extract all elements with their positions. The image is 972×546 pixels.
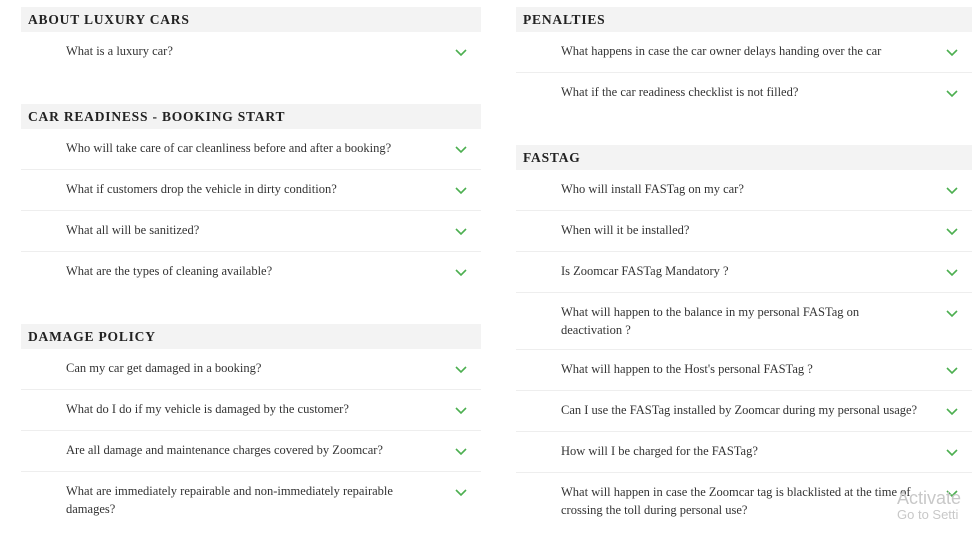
faq-list: Can my car get damaged in a booking? What… [21, 349, 481, 528]
faq-question[interactable]: What if the car readiness checklist is n… [516, 73, 972, 113]
faq-question-text: What are the types of cleaning available… [66, 264, 273, 278]
chevron-down-icon[interactable] [455, 46, 467, 58]
section-title: PENALTIES [516, 7, 972, 32]
chevron-down-icon[interactable] [946, 446, 958, 458]
faq-question[interactable]: Who will install FASTag on my car? [516, 170, 972, 211]
faq-list: Who will install FASTag on my car? When w… [516, 170, 972, 529]
chevron-down-icon[interactable] [455, 225, 467, 237]
chevron-down-icon[interactable] [455, 184, 467, 196]
faq-question-text: What will happen to the Host's personal … [561, 362, 813, 376]
faq-question[interactable]: Are all damage and maintenance charges c… [21, 431, 481, 472]
faq-list: What happens in case the car owner delay… [516, 32, 972, 113]
faq-question[interactable]: What will happen to the balance in my pe… [516, 293, 972, 350]
watermark-title: Activate [897, 488, 962, 508]
faq-question-text: Can my car get damaged in a booking? [66, 361, 262, 375]
left-faq-column: ABOUT LUXURY CARS What is a luxury car? CA… [21, 7, 481, 528]
section-title: ABOUT LUXURY CARS [21, 7, 481, 32]
faq-question[interactable]: What if customers drop the vehicle in di… [21, 170, 481, 211]
chevron-down-icon[interactable] [455, 266, 467, 278]
faq-question[interactable]: Can I use the FASTag installed by Zoomca… [516, 391, 972, 432]
faq-question[interactable]: What all will be sanitized? [21, 211, 481, 252]
faq-question-text: Who will install FASTag on my car? [561, 182, 744, 196]
chevron-down-icon[interactable] [946, 46, 958, 58]
faq-question[interactable]: When will it be installed? [516, 211, 972, 252]
faq-question[interactable]: Can my car get damaged in a booking? [21, 349, 481, 390]
faq-section-damage-policy: DAMAGE POLICY Can my car get damaged in a… [21, 324, 481, 528]
faq-section-car-readiness-booking-start: CAR READINESS - BOOKING START Who will ta… [21, 104, 481, 324]
right-faq-column: PENALTIES What happens in case the car ow… [516, 7, 972, 529]
faq-question-text: What all will be sanitized? [66, 223, 200, 237]
section-title: DAMAGE POLICY [21, 324, 481, 349]
faq-question-text: When will it be installed? [561, 223, 690, 237]
chevron-down-icon[interactable] [946, 405, 958, 417]
chevron-down-icon[interactable] [455, 363, 467, 375]
faq-question-text: Is Zoomcar FASTag Mandatory ? [561, 264, 729, 278]
faq-question[interactable]: Who will take care of car cleanliness be… [21, 129, 481, 170]
faq-section-fastag: FASTAG Who will install FASTag on my car?… [516, 145, 972, 529]
faq-question[interactable]: Is Zoomcar FASTag Mandatory ? [516, 252, 972, 293]
chevron-down-icon[interactable] [946, 266, 958, 278]
faq-question-text: How will I be charged for the FASTag? [561, 444, 758, 458]
faq-question-text: What if customers drop the vehicle in di… [66, 182, 337, 196]
chevron-down-icon[interactable] [455, 404, 467, 416]
faq-list: What is a luxury car? [21, 32, 481, 72]
faq-question[interactable]: What are immediately repairable and non-… [21, 472, 481, 528]
faq-question-text: What happens in case the car owner delay… [561, 44, 882, 58]
faq-question-text: What will happen in case the Zoomcar tag… [561, 485, 911, 517]
activate-windows-watermark: Activate Go to Setti [897, 488, 961, 522]
section-title: CAR READINESS - BOOKING START [21, 104, 481, 129]
faq-question-text: What is a luxury car? [66, 44, 173, 58]
faq-question[interactable]: What is a luxury car? [21, 32, 481, 72]
faq-question-text: What are immediately repairable and non-… [66, 484, 393, 516]
chevron-down-icon[interactable] [455, 143, 467, 155]
faq-question[interactable]: What do I do if my vehicle is damaged by… [21, 390, 481, 431]
faq-question[interactable]: What happens in case the car owner delay… [516, 32, 972, 73]
faq-question[interactable]: What will happen to the Host's personal … [516, 350, 972, 391]
chevron-down-icon[interactable] [946, 364, 958, 376]
chevron-down-icon[interactable] [946, 307, 958, 319]
faq-question-text: Can I use the FASTag installed by Zoomca… [561, 403, 918, 417]
faq-list: Who will take care of car cleanliness be… [21, 129, 481, 292]
chevron-down-icon[interactable] [455, 486, 467, 498]
section-title: FASTAG [516, 145, 972, 170]
chevron-down-icon[interactable] [946, 184, 958, 196]
faq-question[interactable]: What are the types of cleaning available… [21, 252, 481, 292]
faq-question-text: Are all damage and maintenance charges c… [66, 443, 383, 457]
faq-section-penalties: PENALTIES What happens in case the car ow… [516, 7, 972, 145]
faq-question-text: Who will take care of car cleanliness be… [66, 141, 392, 155]
faq-question[interactable]: How will I be charged for the FASTag? [516, 432, 972, 473]
watermark-subtitle: Go to Setti [897, 507, 959, 522]
faq-section-about-luxury-cars: ABOUT LUXURY CARS What is a luxury car? [21, 7, 481, 104]
faq-question-text: What will happen to the balance in my pe… [561, 305, 860, 337]
chevron-down-icon[interactable] [946, 225, 958, 237]
faq-question-text: What do I do if my vehicle is damaged by… [66, 402, 349, 416]
chevron-down-icon[interactable] [455, 445, 467, 457]
chevron-down-icon[interactable] [946, 87, 958, 99]
faq-question-text: What if the car readiness checklist is n… [561, 85, 799, 99]
